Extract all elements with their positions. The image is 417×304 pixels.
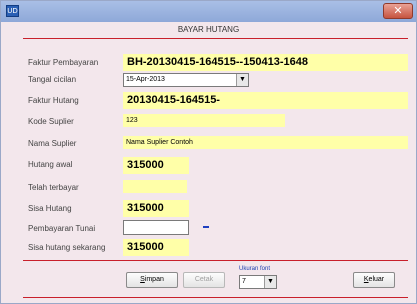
footer-separator	[23, 297, 408, 298]
kode-suplier-field: 123	[123, 114, 285, 127]
simpan-button[interactable]: Simpan	[126, 272, 178, 288]
top-separator	[23, 38, 408, 39]
keluar-button[interactable]: Keluar	[353, 272, 395, 288]
title-bar[interactable]: UD ✕	[1, 1, 416, 22]
tanggal-cicilan-dropdown[interactable]: 15-Apr-2013 ▼	[123, 73, 249, 87]
simpan-label: impan	[144, 276, 164, 283]
pembayaran-tunai-input[interactable]	[123, 220, 189, 235]
sisa-hutang-field: 315000	[123, 200, 189, 217]
chevron-down-icon[interactable]: ▼	[264, 276, 276, 288]
faktur-hutang-field: 20130415-164515-	[123, 92, 408, 109]
bayar-hutang-window: UD ✕ BAYAR HUTANG Faktur Pembayaran BH-2…	[0, 0, 417, 304]
font-size-value: 7	[242, 278, 246, 285]
kode-suplier-label: Kode Suplier	[28, 117, 74, 126]
telah-terbayar-label: Telah terbayar	[28, 183, 79, 192]
hutang-awal-label: Hutang awal	[28, 160, 73, 169]
tanggal-cicilan-label: Tangal cicilan	[28, 75, 77, 84]
pembayaran-tunai-label: Pembayaran Tunai	[28, 224, 96, 233]
status-indicator	[203, 226, 209, 228]
chevron-down-icon[interactable]: ▼	[236, 74, 248, 86]
close-button[interactable]: ✕	[383, 3, 413, 19]
window-caption: BAYAR HUTANG	[177, 25, 240, 34]
hutang-awal-field: 315000	[123, 157, 189, 174]
font-size-label: Ukuran font	[239, 266, 271, 272]
faktur-pembayaran-field: BH-20130415-164515--150413-1648	[123, 54, 408, 71]
faktur-pembayaran-label: Faktur Pembayaran	[28, 58, 99, 67]
sisa-hutang-sekarang-label: Sisa hutang sekarang	[28, 243, 106, 252]
nama-suplier-field: Nama Suplier Contoh	[123, 136, 408, 149]
cetak-button[interactable]: Cetak	[183, 272, 225, 288]
font-size-dropdown[interactable]: 7 ▼	[239, 275, 277, 289]
sisa-hutang-label: Sisa Hutang	[28, 204, 72, 213]
sisa-hutang-sekarang-field: 315000	[123, 239, 189, 256]
telah-terbayar-field	[123, 180, 187, 193]
bottom-separator	[23, 260, 408, 261]
nama-suplier-label: Nama Suplier	[28, 139, 77, 148]
keluar-label: eluar	[368, 276, 385, 283]
faktur-hutang-label: Faktur Hutang	[28, 96, 79, 105]
app-icon: UD	[6, 5, 19, 17]
tanggal-cicilan-value: 15-Apr-2013	[126, 76, 165, 83]
